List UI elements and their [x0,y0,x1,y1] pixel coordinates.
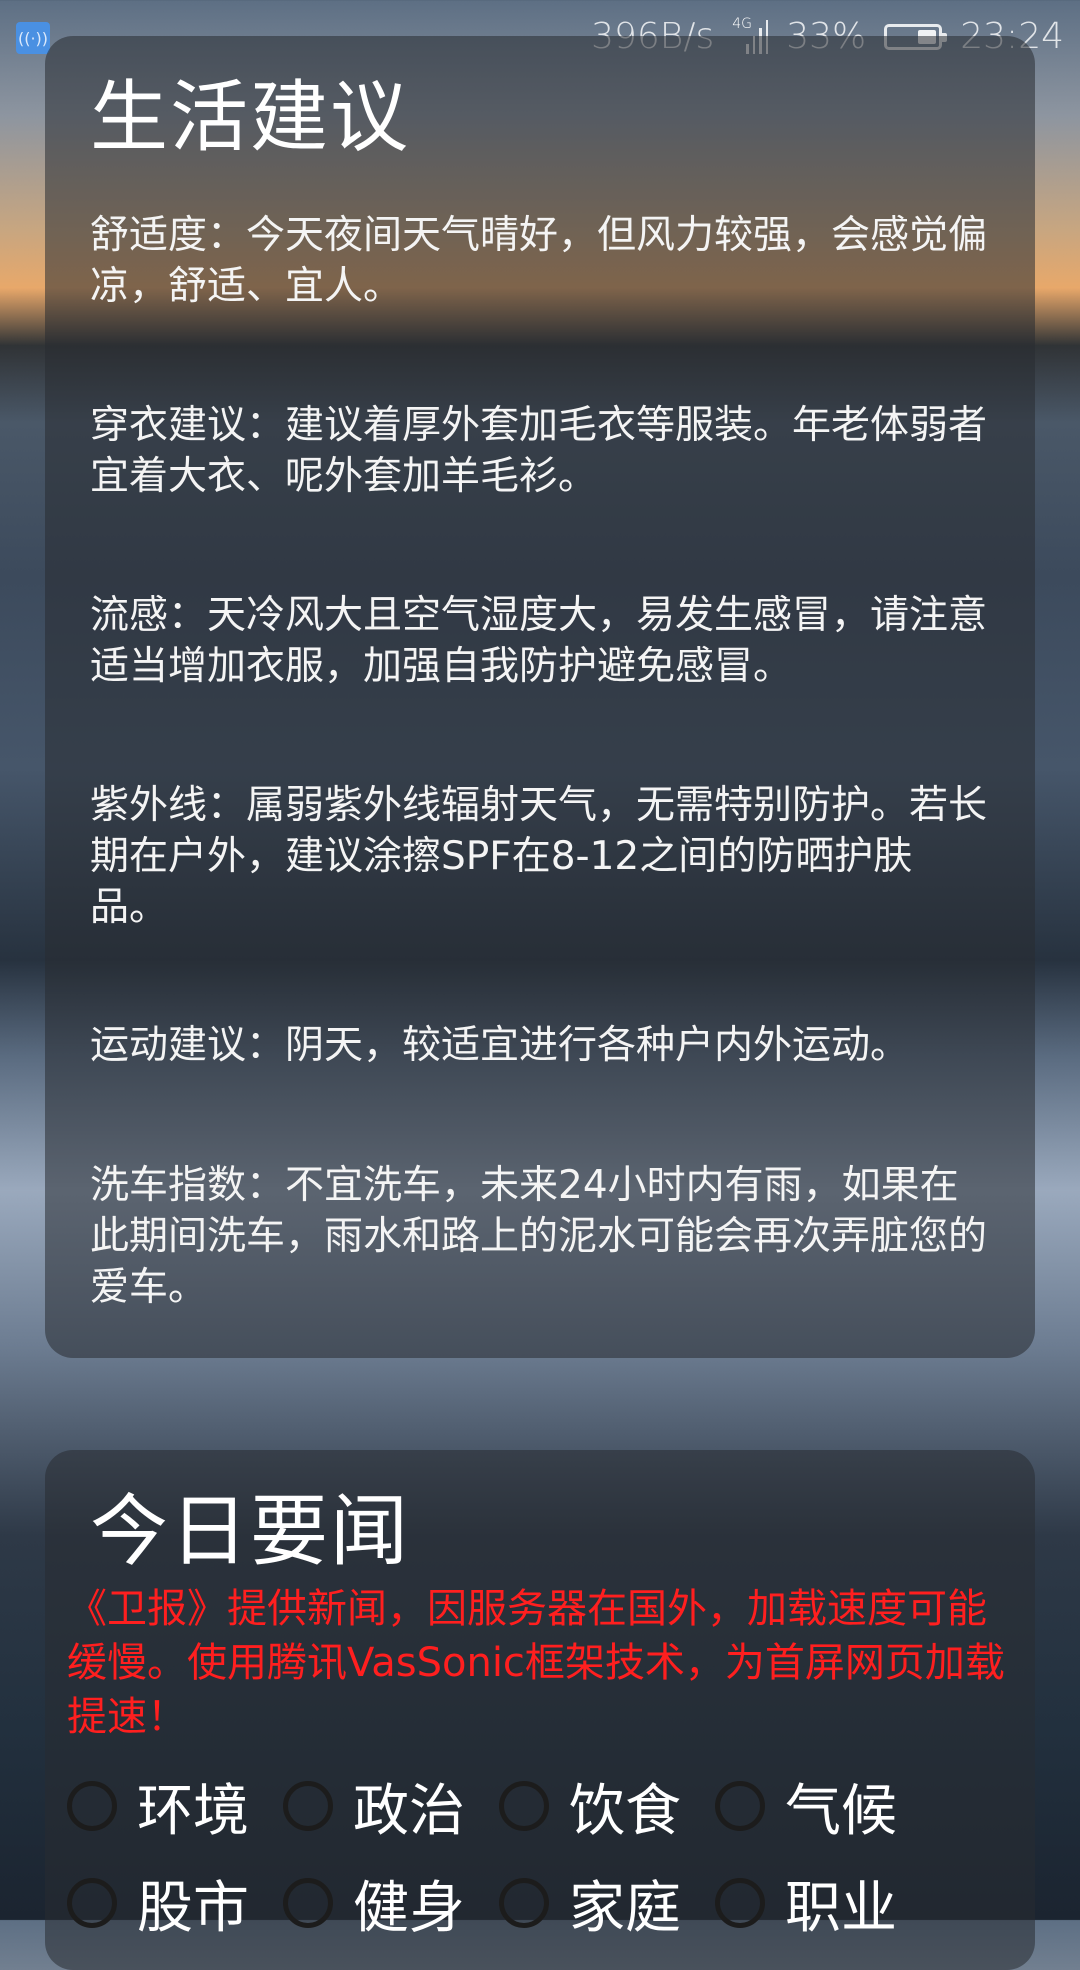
advice-carwash: 洗车指数：不宜洗车，未来24小时内有雨，如果在此期间洗车，雨水和路上的泥水可能会… [90,1162,988,1310]
radio-icon[interactable] [283,1878,333,1929]
radio-icon[interactable] [283,1781,333,1832]
news-notice: 《卫报》提供新闻，因服务器在国外，加载速度可能缓慢。使用腾讯VasSonic框架… [67,1585,1005,1740]
life-advice-title: 生活建议 [90,73,411,163]
category-option[interactable]: 环境 [67,1766,283,1847]
category-label: 职业 [785,1875,897,1941]
radio-icon[interactable] [67,1878,117,1929]
category-option[interactable]: 健身 [283,1863,499,1944]
category-label: 政治 [353,1778,465,1844]
advice-comfort: 舒适度：今天夜间天气晴好，但风力较强，会感觉偏凉，舒适、宜人。 [90,212,988,309]
news-card: 今日要闻 《卫报》提供新闻，因服务器在国外，加载速度可能缓慢。使用腾讯VasSo… [45,1450,1035,1970]
category-option[interactable]: 气候 [715,1766,931,1847]
category-option[interactable]: 职业 [715,1863,931,1944]
category-label: 饮食 [569,1778,681,1844]
category-label: 健身 [353,1875,465,1941]
category-option[interactable]: 股市 [67,1863,283,1944]
category-label: 股市 [137,1875,249,1941]
category-option[interactable]: 家庭 [499,1863,715,1944]
advice-list: 舒适度：今天夜间天气晴好，但风力较强，会感觉偏凉，舒适、宜人。 穿衣建议：建议着… [90,210,990,1313]
news-title: 今日要闻 [90,1487,411,1577]
radio-icon[interactable] [499,1878,549,1929]
radio-icon[interactable] [715,1878,765,1929]
advice-flu: 流感：天冷风大且空气湿度大，易发生感冒，请注意适当增加衣服，加强自我防护避免感冒… [90,592,988,689]
advice-sport: 运动建议：阴天，较适宜进行各种户内外运动。 [90,1022,910,1068]
category-option[interactable]: 饮食 [499,1766,715,1847]
category-label: 家庭 [569,1875,681,1941]
category-label: 环境 [137,1778,249,1844]
category-selector: 环境 政治 饮食 气候 股市 健身 家庭 职业 [45,1766,1035,1944]
category-label: 气候 [785,1778,897,1844]
advice-uv: 紫外线：属弱紫外线辐射天气，无需特别防护。若长期在户外，建议涂擦SPF在8-12… [90,782,988,930]
advice-clothing: 穿衣建议：建议着厚外套加毛衣等服装。年老体弱者宜着大衣、呢外套加羊毛衫。 [90,402,988,499]
radio-icon[interactable] [715,1781,765,1832]
radio-icon[interactable] [67,1781,117,1832]
hotspot-icon: ((·)) [16,22,50,54]
network-type: 4G [732,15,752,32]
life-advice-card: 生活建议 舒适度：今天夜间天气晴好，但风力较强，会感觉偏凉，舒适、宜人。 穿衣建… [45,36,1035,1358]
radio-icon[interactable] [499,1781,549,1832]
category-option[interactable]: 政治 [283,1766,499,1847]
